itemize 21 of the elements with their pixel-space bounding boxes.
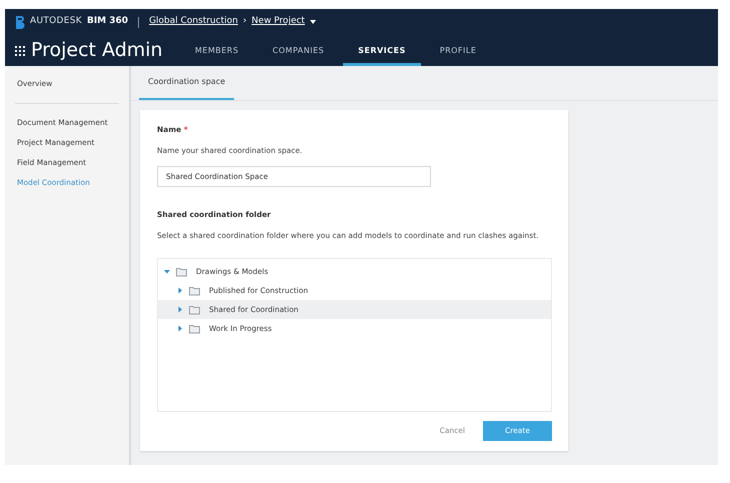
collapsed-arrow-icon[interactable] bbox=[177, 306, 183, 313]
logo-icon bbox=[15, 16, 25, 28]
collapsed-arrow-icon[interactable] bbox=[177, 325, 183, 332]
breadcrumb-link[interactable]: New Project bbox=[252, 15, 305, 29]
nav-tab[interactable]: COMPANIES bbox=[258, 35, 340, 66]
content-tab[interactable]: Coordination space bbox=[139, 66, 234, 100]
folder-icon bbox=[176, 266, 188, 276]
breadcrumb-separator: › bbox=[242, 15, 247, 28]
breadcrumb-link[interactable]: Global Construction bbox=[149, 15, 238, 29]
folder-icon bbox=[189, 304, 201, 314]
product-name: BIM 360 bbox=[86, 15, 128, 28]
nav-tab[interactable]: PROFILE bbox=[424, 35, 492, 66]
brand-name: AUTODESK bbox=[30, 15, 82, 28]
folder-icon bbox=[189, 324, 201, 334]
nav-tab[interactable]: MEMBERS bbox=[180, 35, 254, 66]
folder-icon bbox=[189, 286, 201, 296]
caret-icon bbox=[310, 20, 316, 24]
collapsed-arrow-icon[interactable] bbox=[177, 287, 183, 294]
page-title: Project Admin bbox=[31, 38, 163, 64]
expanded-arrow-icon[interactable] bbox=[164, 268, 170, 275]
apps-grid-icon bbox=[15, 46, 25, 56]
